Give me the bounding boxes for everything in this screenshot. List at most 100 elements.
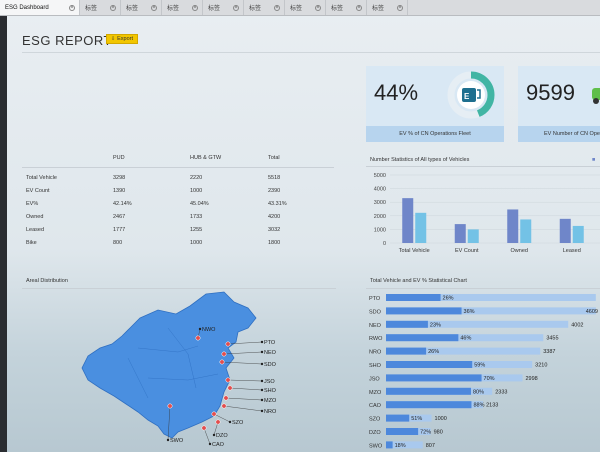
y-tick-label: 0: [383, 241, 386, 247]
table-cell: 5518: [268, 175, 281, 181]
ev-percent-label: 36%: [464, 309, 475, 315]
y-tick-label: 4000: [374, 187, 386, 193]
car-icon: [592, 88, 600, 104]
total-value-label: 2998: [526, 376, 538, 382]
kpi-caption: EV % of CN Operations Fleet: [366, 126, 504, 142]
close-tab-icon[interactable]: ×: [110, 4, 116, 11]
tab-label: 标签: [249, 6, 262, 12]
table-cell: 45.04%: [190, 201, 209, 207]
kpi-value: 9599: [526, 80, 575, 105]
total-value-label: 1000: [435, 416, 447, 422]
category-label: SZO: [369, 417, 381, 423]
export-button[interactable]: ⇩ Export: [106, 34, 138, 44]
tab-label: 标签: [208, 6, 221, 12]
vehicle-stats-bar-chart: 0 1000 2000 3000 4000 5000 Total Vehicle EV Cou…: [374, 173, 600, 254]
ev-bar: [386, 374, 482, 382]
map-pin-icon[interactable]: [211, 411, 217, 417]
ev-percent-label: 51%: [411, 416, 422, 422]
tab-label: 标签: [167, 6, 180, 12]
kpi-card-ev-percent: 44% E EV % of CN Operations Fleet: [366, 66, 504, 142]
table-cell: 1800: [268, 240, 281, 246]
table-cell: 2390: [268, 188, 281, 194]
ev-stats-divider: [366, 288, 600, 289]
category-label: RWO: [369, 336, 383, 342]
tab-6[interactable]: 标签 ×: [285, 0, 326, 15]
row-label: EV Count: [26, 188, 50, 194]
total-value-label: 4609: [586, 309, 598, 315]
ev-ring-gauge: E: [447, 71, 495, 119]
total-value-label: 807: [426, 443, 435, 449]
column-header-hub: HUB & GTW: [190, 155, 222, 161]
close-tab-icon[interactable]: ×: [69, 4, 75, 11]
bar: [454, 224, 466, 243]
map-pin-icon[interactable]: [227, 385, 233, 391]
map-region-label: SHO: [264, 388, 277, 394]
close-tab-icon[interactable]: ×: [151, 4, 157, 11]
map-pin-icon[interactable]: [219, 359, 225, 365]
tab-8[interactable]: 标签 ×: [367, 0, 408, 15]
map-pin-icon[interactable]: [167, 403, 173, 409]
x-tick-label: EV Count: [455, 248, 479, 254]
ev-stats-title: Total Vehicle and EV % Statistical Chart: [370, 278, 467, 284]
x-tick-label: Leased: [563, 248, 581, 254]
column-header-total: Total: [268, 155, 280, 161]
map-pin-icon[interactable]: [225, 341, 231, 347]
tab-5[interactable]: 标签 ×: [244, 0, 285, 15]
table-cell: 1733: [190, 214, 203, 220]
table-cell: 1777: [113, 227, 126, 233]
category-label: CAO: [369, 403, 382, 409]
category-label: NRO: [369, 350, 382, 356]
x-tick-label: Total Vehicle: [399, 248, 430, 254]
close-tab-icon[interactable]: ×: [274, 4, 280, 11]
y-tick-label: 2000: [374, 214, 386, 220]
map-pin-icon[interactable]: [215, 419, 221, 425]
category-label: SDO: [369, 309, 382, 315]
areal-distribution-title: Areal Distribution: [26, 278, 68, 284]
tab-1[interactable]: 标签 ×: [80, 0, 121, 15]
map-pin-icon[interactable]: [201, 425, 207, 431]
title-divider: [22, 52, 600, 53]
ev-bar: [386, 361, 473, 368]
total-value-label: 3387: [543, 349, 555, 355]
map-region-label: NWO: [202, 327, 216, 333]
close-tab-icon[interactable]: ×: [356, 4, 362, 11]
tab-label: 标签: [331, 6, 344, 12]
table-cell: 42.14%: [113, 201, 132, 207]
close-tab-icon[interactable]: ×: [192, 4, 198, 11]
close-tab-icon[interactable]: ×: [315, 4, 321, 11]
ev-percent-hbar-chart: PTO 26% SDO 36% 4609 NEO 23% 4002 RWO 46% 3455 NRO 2…: [369, 294, 598, 449]
map-pin-icon[interactable]: [195, 335, 201, 341]
map-pin-icon[interactable]: [223, 395, 229, 401]
ev-percent-label: 88%: [473, 403, 484, 409]
table-header-divider: [22, 167, 334, 168]
kpi-caption: EV Number of CN Operations Fleet: [518, 126, 600, 142]
close-tab-icon[interactable]: ×: [233, 4, 239, 11]
tab-0[interactable]: ESG Dashboard ×: [0, 0, 80, 15]
ev-bar: [386, 401, 472, 409]
tab-7[interactable]: 标签 ×: [326, 0, 367, 15]
ev-bar: [386, 441, 393, 449]
map-region-label: MZO: [264, 398, 277, 404]
close-tab-icon[interactable]: ×: [397, 4, 403, 11]
row-label: Bike: [26, 240, 37, 246]
ev-percent-label: 18%: [395, 443, 406, 449]
china-region-map: NWO PTO NEO SDO JSO SHO MZO NRO SZO DZO SWO CAO: [81, 291, 277, 448]
map-region-label: SWO: [170, 438, 184, 444]
total-value-label: 980: [434, 430, 443, 436]
table-cell: 2467: [113, 214, 126, 220]
tab-2[interactable]: 标签 ×: [121, 0, 162, 15]
bar: [520, 219, 532, 243]
tab-3[interactable]: 标签 ×: [162, 0, 203, 15]
map-region-label: NRO: [264, 409, 277, 415]
table-cell: 43.31%: [268, 201, 287, 207]
row-label: Leased: [26, 227, 45, 233]
table-cell: 3032: [268, 227, 281, 233]
map-pin-icon[interactable]: [221, 403, 227, 409]
table-cell: 2220: [190, 175, 203, 181]
map-pin-icon[interactable]: [225, 377, 231, 383]
column-header-pud: PUD: [113, 155, 125, 161]
tab-label: 标签: [372, 6, 385, 12]
page-title: ESG REPORT: [22, 33, 113, 48]
map-pin-icon[interactable]: [221, 351, 227, 357]
tab-4[interactable]: 标签 ×: [203, 0, 244, 15]
